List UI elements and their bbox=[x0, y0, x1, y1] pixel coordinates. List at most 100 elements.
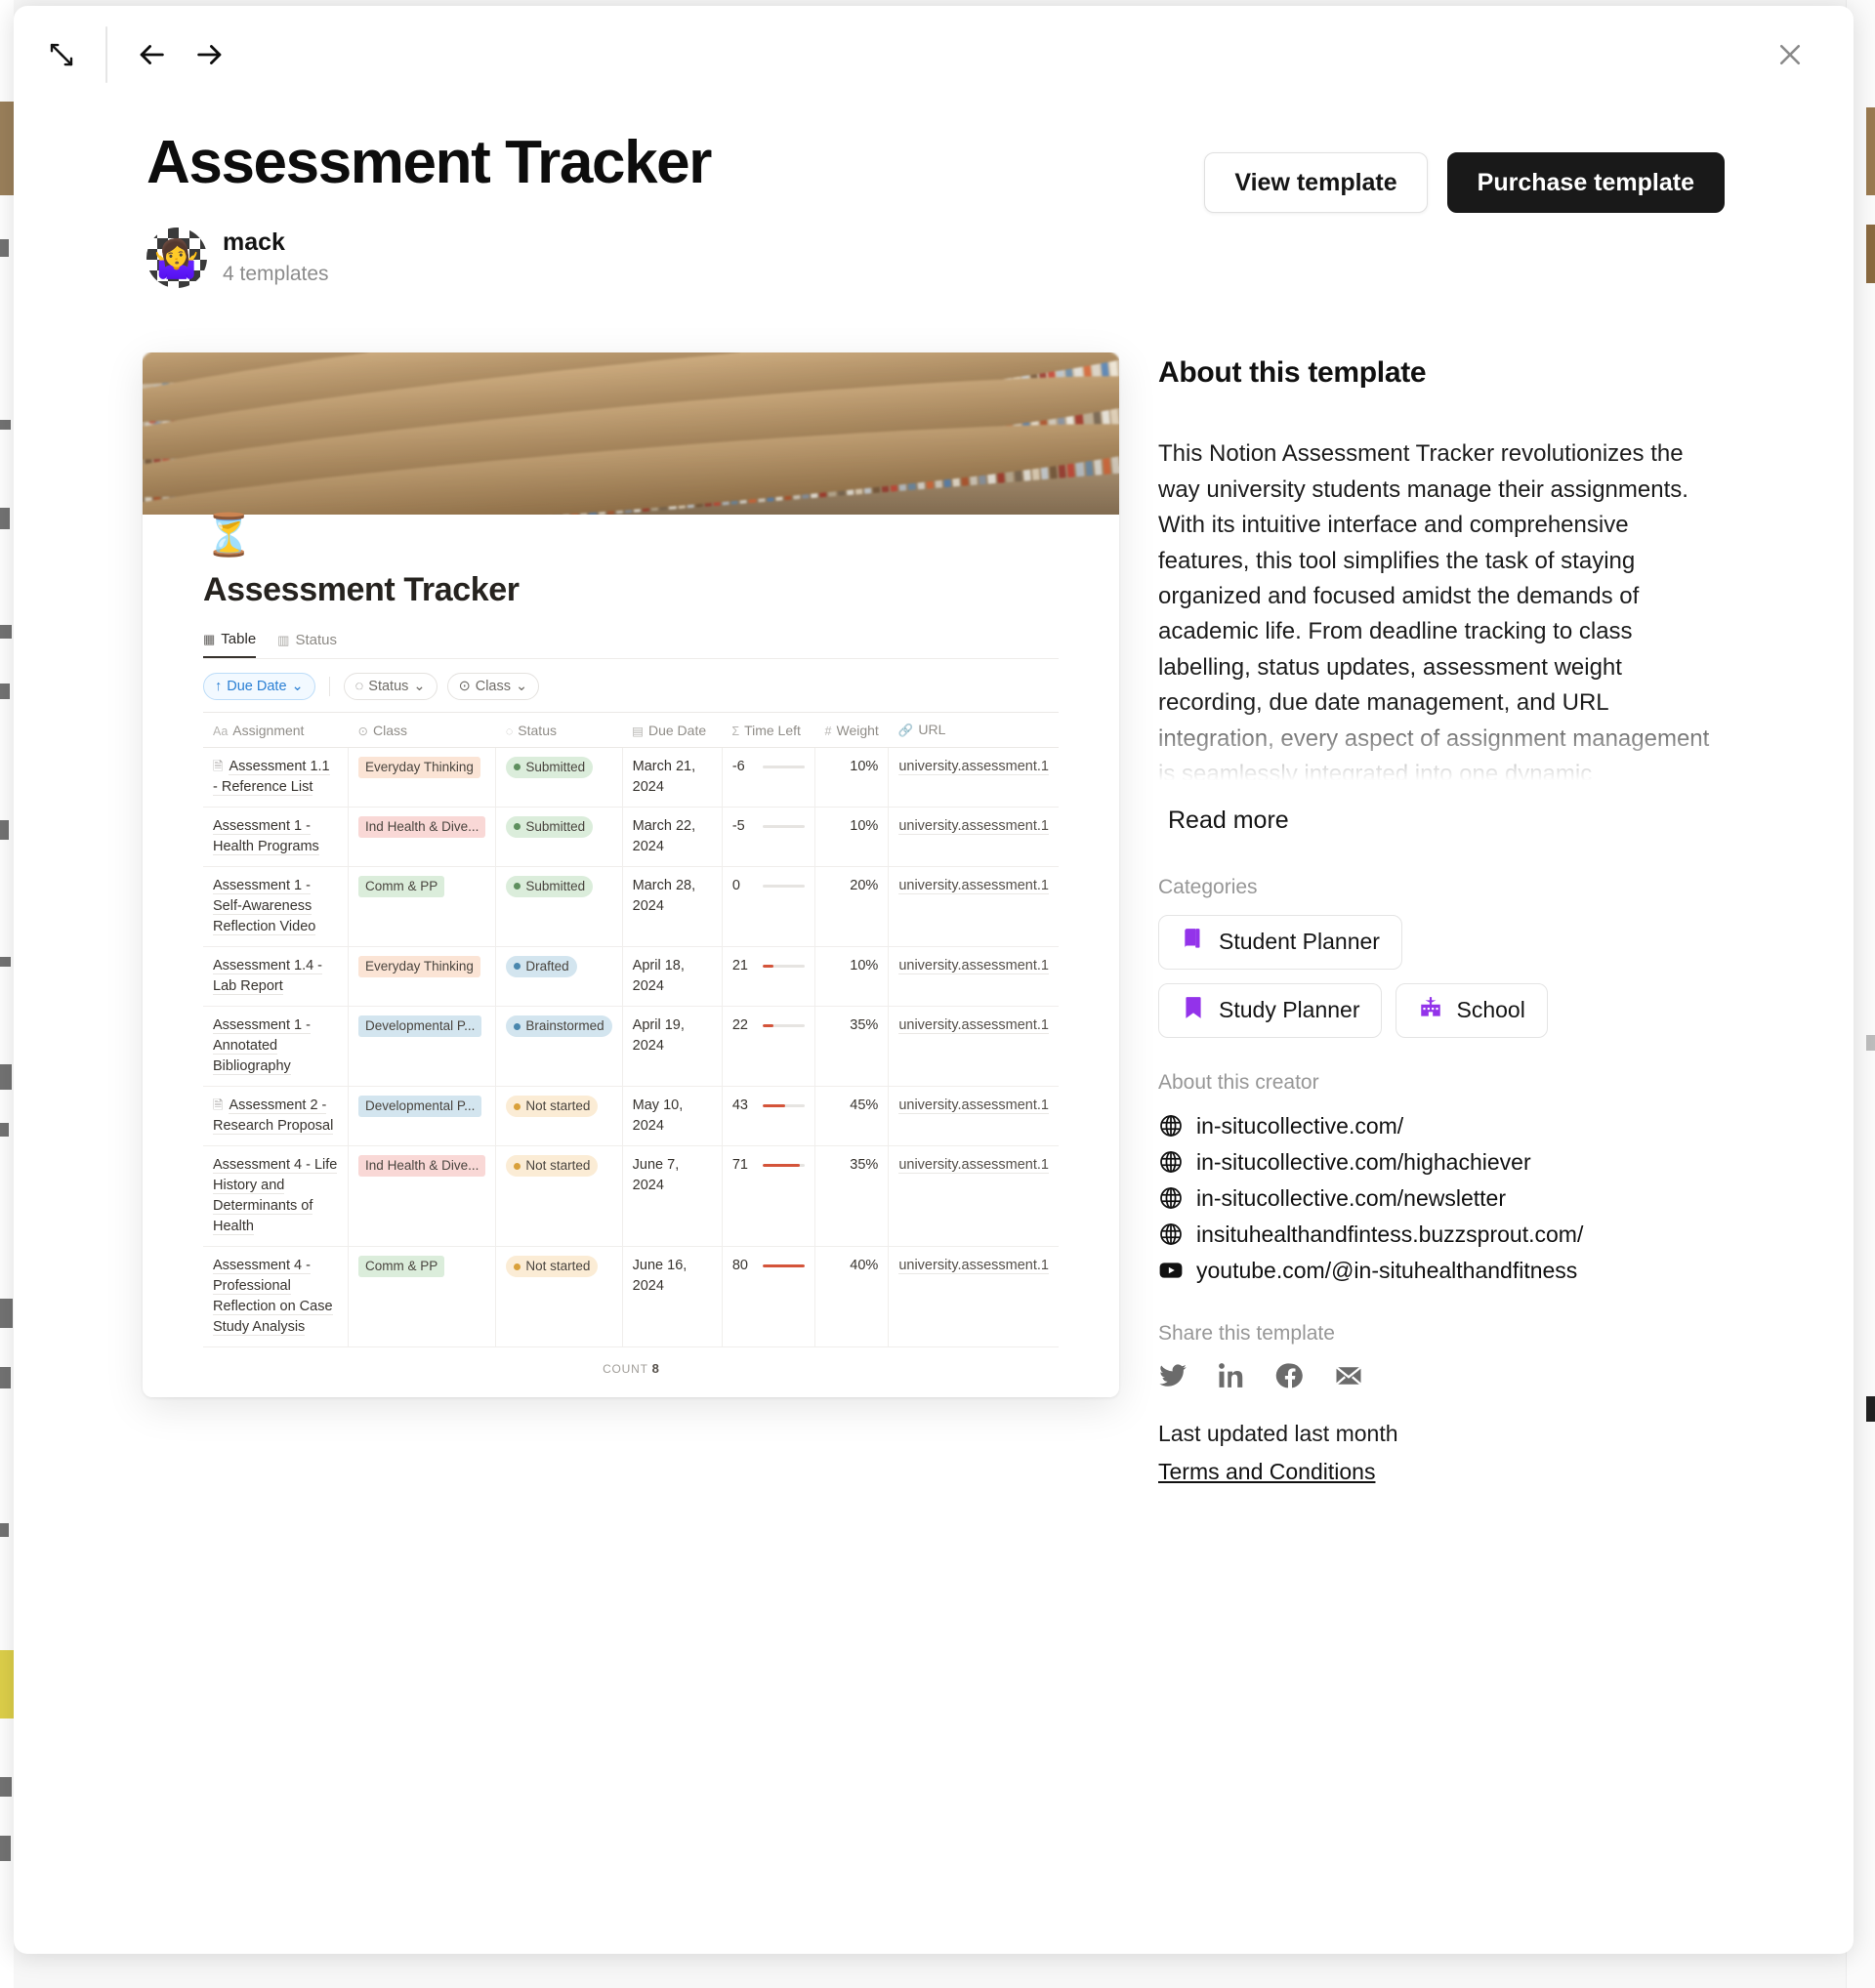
col-header-assignment[interactable]: Aa Assignment bbox=[203, 712, 349, 749]
table-row[interactable]: Assessment 1.4 - Lab Report Everyday Thin… bbox=[203, 946, 1059, 1008]
cell-time-left[interactable]: -5 bbox=[722, 807, 816, 868]
cell-status[interactable]: Not started bbox=[495, 1086, 623, 1147]
table-row[interactable]: 🗎 Assessment 2 - Research Proposal Develop… bbox=[203, 1086, 1059, 1147]
cell-status[interactable]: Not started bbox=[495, 1246, 623, 1348]
cell-url[interactable]: university.assessment.1 bbox=[888, 747, 1059, 808]
read-more-button[interactable]: Read more bbox=[1158, 799, 1299, 843]
author-row[interactable]: 🤷‍♀️ mack 4 templates bbox=[146, 228, 711, 289]
cell-assignment[interactable]: Assessment 1 - Self-Awareness Reflection… bbox=[203, 866, 350, 948]
cell-time-left[interactable]: 71 bbox=[722, 1145, 816, 1248]
category-student-planner[interactable]: Student Planner bbox=[1158, 914, 1402, 970]
linkedin-icon[interactable] bbox=[1217, 1361, 1246, 1395]
cell-status[interactable]: Not started bbox=[495, 1145, 623, 1248]
cell-due-date[interactable]: March 22, 2024 bbox=[622, 807, 723, 868]
table-row[interactable]: Assessment 1 - Self-Awareness Reflection… bbox=[203, 866, 1059, 948]
table-row[interactable]: Assessment 1 - Health Programs Ind Health… bbox=[203, 807, 1059, 868]
creator-link[interactable]: youtube.com/@in-situhealthandfitness bbox=[1158, 1253, 1725, 1289]
cell-status[interactable]: Submitted bbox=[495, 807, 623, 868]
creator-link[interactable]: in-situcollective.com/highachiever bbox=[1158, 1144, 1725, 1180]
table-row[interactable]: Assessment 4 - Professional Reflection o… bbox=[203, 1246, 1059, 1348]
cell-weight[interactable]: 40% bbox=[814, 1246, 890, 1348]
cell-status[interactable]: Submitted bbox=[495, 747, 623, 808]
cell-url[interactable]: university.assessment.1 bbox=[888, 946, 1059, 1008]
template-preview-card[interactable]: ⏳ Assessment Tracker ▦ Table ▥ Status ↑ … bbox=[143, 352, 1119, 1398]
cell-time-left[interactable]: 21 bbox=[722, 946, 816, 1008]
table-row[interactable]: Assessment 4 - Life History and Determin… bbox=[203, 1145, 1059, 1248]
cell-assignment[interactable]: 🗎 Assessment 2 - Research Proposal bbox=[203, 1086, 350, 1147]
cell-class[interactable]: Developmental P... bbox=[348, 1006, 497, 1088]
cell-time-left[interactable]: -6 bbox=[722, 747, 816, 808]
col-header-due-date[interactable]: ▤ Due Date bbox=[622, 712, 723, 749]
cell-url[interactable]: university.assessment.1 bbox=[888, 866, 1059, 948]
filter-status-pill[interactable]: ◌ Status ⌄ bbox=[343, 673, 438, 701]
creator-link[interactable]: in-situcollective.com/newsletter bbox=[1158, 1180, 1725, 1217]
cell-status[interactable]: Drafted bbox=[495, 946, 623, 1008]
table-row[interactable]: 🗎 Assessment 1.1 - Reference List Everyday… bbox=[203, 747, 1059, 808]
cell-due-date[interactable]: March 21, 2024 bbox=[622, 747, 723, 808]
cell-url[interactable]: university.assessment.1 bbox=[888, 807, 1059, 868]
cell-due-date[interactable]: April 18, 2024 bbox=[622, 946, 723, 1008]
cell-class[interactable]: Everyday Thinking bbox=[348, 747, 497, 808]
status-text: Brainstormed bbox=[525, 1018, 604, 1034]
cell-due-date[interactable]: April 19, 2024 bbox=[622, 1006, 723, 1088]
cell-assignment[interactable]: Assessment 1 - Annotated Bibliography bbox=[203, 1006, 350, 1088]
cell-assignment[interactable]: Assessment 4 - Life History and Determin… bbox=[203, 1145, 350, 1248]
cell-time-left[interactable]: 43 bbox=[722, 1086, 816, 1147]
cell-assignment[interactable]: Assessment 4 - Professional Reflection o… bbox=[203, 1246, 350, 1348]
tab-status[interactable]: ▥ Status bbox=[277, 631, 337, 658]
cell-due-date[interactable]: March 28, 2024 bbox=[622, 866, 723, 948]
cell-status[interactable]: Brainstormed bbox=[495, 1006, 623, 1088]
cell-weight[interactable]: 10% bbox=[814, 807, 890, 868]
filter-class-pill[interactable]: ⊙ Class ⌄ bbox=[446, 673, 540, 701]
cell-time-left[interactable]: 0 bbox=[722, 866, 816, 948]
view-template-button[interactable]: View template bbox=[1204, 152, 1428, 213]
terms-and-conditions-link[interactable]: Terms and Conditions bbox=[1158, 1459, 1375, 1485]
cell-weight[interactable]: 35% bbox=[814, 1006, 890, 1088]
email-icon[interactable] bbox=[1334, 1361, 1363, 1395]
creator-link[interactable]: in-situcollective.com/ bbox=[1158, 1108, 1725, 1144]
cell-time-left[interactable]: 80 bbox=[722, 1246, 816, 1348]
col-header-weight[interactable]: # Weight bbox=[814, 712, 889, 749]
cell-weight[interactable]: 45% bbox=[814, 1086, 890, 1147]
cell-weight[interactable]: 10% bbox=[814, 747, 890, 808]
cell-class[interactable]: Everyday Thinking bbox=[348, 946, 497, 1008]
category-study-planner[interactable]: Study Planner bbox=[1158, 982, 1383, 1038]
cell-weight[interactable]: 20% bbox=[814, 866, 890, 948]
cell-weight[interactable]: 10% bbox=[814, 946, 890, 1008]
purchase-template-button[interactable]: Purchase template bbox=[1446, 152, 1725, 213]
cell-url[interactable]: university.assessment.1 bbox=[888, 1246, 1059, 1348]
facebook-icon[interactable] bbox=[1275, 1361, 1305, 1395]
cell-url[interactable]: university.assessment.1 bbox=[888, 1006, 1059, 1088]
arrow-left-icon[interactable] bbox=[129, 32, 174, 77]
category-school[interactable]: School bbox=[1396, 982, 1548, 1038]
cell-due-date[interactable]: June 7, 2024 bbox=[622, 1145, 723, 1248]
cell-url[interactable]: university.assessment.1 bbox=[888, 1086, 1059, 1147]
sort-due-date-pill[interactable]: ↑ Due Date ⌄ bbox=[203, 673, 315, 701]
twitter-icon[interactable] bbox=[1158, 1361, 1188, 1395]
cell-time-left[interactable]: 22 bbox=[722, 1006, 816, 1088]
cell-due-date[interactable]: June 16, 2024 bbox=[622, 1246, 723, 1348]
expand-arrows-icon[interactable] bbox=[39, 32, 84, 77]
cell-assignment[interactable]: 🗎 Assessment 1.1 - Reference List bbox=[203, 747, 350, 808]
creator-link[interactable]: insituhealthandfintess.buzzsprout.com/ bbox=[1158, 1217, 1725, 1253]
arrow-right-icon[interactable] bbox=[188, 32, 232, 77]
close-icon[interactable] bbox=[1768, 32, 1812, 77]
cell-due-date[interactable]: May 10, 2024 bbox=[622, 1086, 723, 1147]
cell-assignment[interactable]: Assessment 1 - Health Programs bbox=[203, 807, 350, 868]
cell-class[interactable]: Ind Health & Dive... bbox=[348, 1145, 497, 1248]
cell-class[interactable]: Comm & PP bbox=[348, 866, 497, 948]
tab-table[interactable]: ▦ Table bbox=[203, 631, 257, 659]
col-header-url[interactable]: 🔗 URL bbox=[888, 712, 1059, 749]
cell-url[interactable]: university.assessment.1 bbox=[888, 1145, 1059, 1248]
cell-assignment[interactable]: Assessment 1.4 - Lab Report bbox=[203, 946, 350, 1008]
col-header-status[interactable]: ◌ Status bbox=[495, 712, 623, 749]
modal-scroll-area[interactable]: Assessment Tracker 🤷‍♀️ mack 4 templates… bbox=[14, 6, 1854, 1954]
table-row[interactable]: Assessment 1 - Annotated Bibliography Dev… bbox=[203, 1006, 1059, 1088]
cell-weight[interactable]: 35% bbox=[814, 1145, 890, 1248]
cell-class[interactable]: Ind Health & Dive... bbox=[348, 807, 497, 868]
col-header-time-left[interactable]: Σ Time Left bbox=[722, 712, 815, 749]
col-header-class[interactable]: ⊙ Class bbox=[348, 712, 496, 749]
cell-status[interactable]: Submitted bbox=[495, 866, 623, 948]
cell-class[interactable]: Developmental P... bbox=[348, 1086, 497, 1147]
cell-class[interactable]: Comm & PP bbox=[348, 1246, 497, 1348]
